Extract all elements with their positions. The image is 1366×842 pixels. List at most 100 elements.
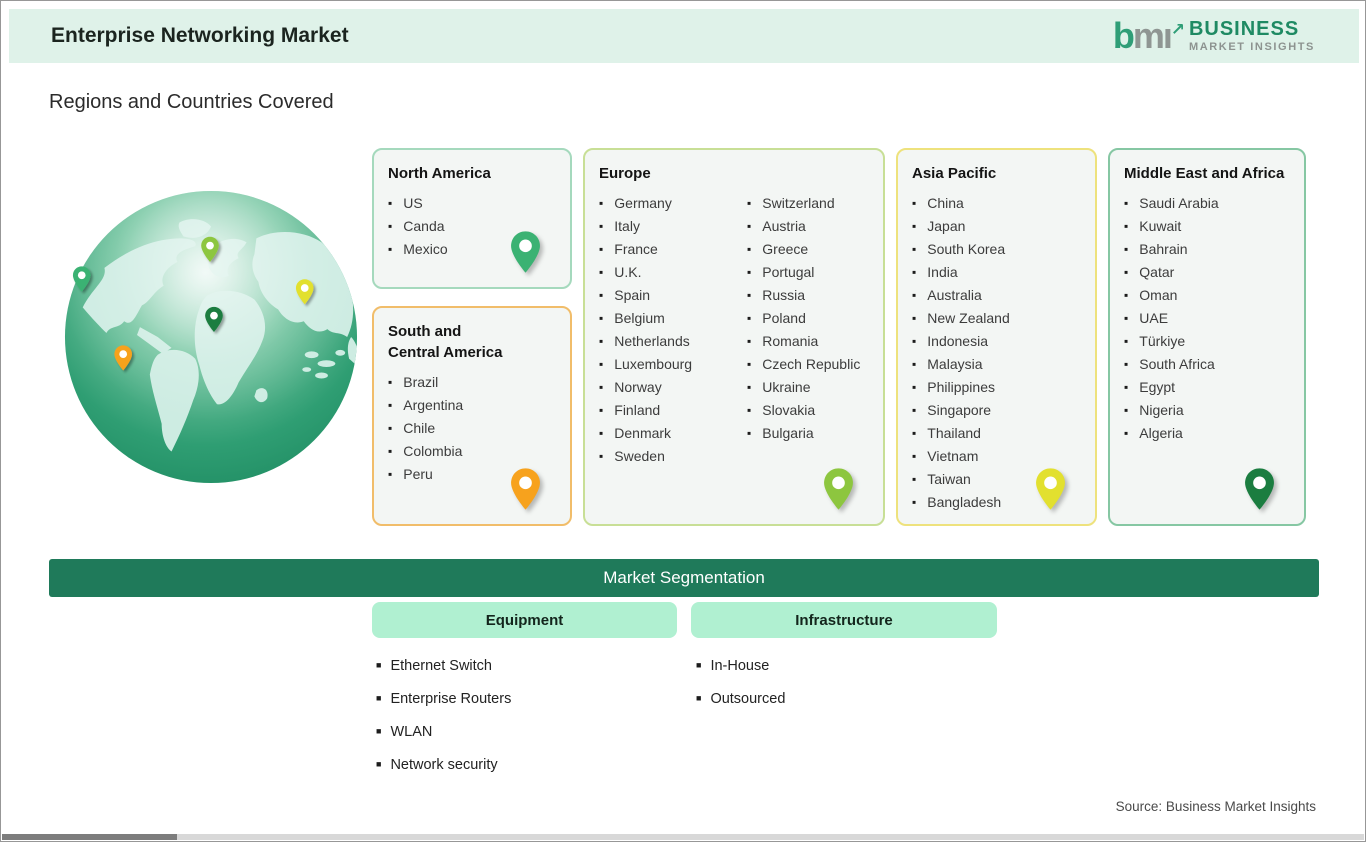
region-card-north-america: North America USCandaMexico: [372, 148, 572, 289]
horizontal-scrollbar[interactable]: [2, 834, 1364, 840]
country-item: Thailand: [912, 422, 1081, 445]
logo-line2: MARKET INSIGHTS: [1189, 42, 1315, 53]
country-item: UAE: [1124, 307, 1290, 330]
region-title: Asia Pacific: [912, 163, 1081, 184]
country-list: Saudi ArabiaKuwaitBahrainQatarOmanUAETür…: [1124, 192, 1290, 445]
country-item: Finland: [599, 399, 747, 422]
country-list: ChinaJapanSouth KoreaIndiaAustraliaNew Z…: [912, 192, 1081, 514]
globe-icon: [63, 189, 359, 485]
country-item: Algeria: [1124, 422, 1290, 445]
region-card-asia-pacific: Asia Pacific ChinaJapanSouth KoreaIndiaA…: [896, 148, 1097, 526]
country-item: Italy: [599, 215, 747, 238]
country-list-col1: GermanyItalyFranceU.K.SpainBelgiumNether…: [599, 192, 747, 468]
country-item: Sweden: [599, 445, 747, 468]
country-list-col2: SwitzerlandAustriaGreecePortugalRussiaPo…: [747, 192, 860, 468]
country-item: Norway: [599, 376, 747, 399]
country-item: Egypt: [1124, 376, 1290, 399]
country-item: Portugal: [747, 261, 860, 284]
region-title: South and Central America: [388, 321, 506, 363]
globe-illustration: [63, 189, 359, 485]
country-item: Ukraine: [747, 376, 860, 399]
logo-wordmark: BUSINESS MARKET INSIGHTS: [1189, 19, 1315, 53]
region-title: North America: [388, 163, 556, 184]
segment-item: Outsourced: [696, 683, 785, 716]
segment-pill-label: Infrastructure: [795, 612, 893, 629]
country-item: U.K.: [599, 261, 747, 284]
region-card-europe: Europe GermanyItalyFranceU.K.SpainBelgiu…: [583, 148, 885, 526]
segment-pill-equipment: Equipment: [372, 602, 677, 638]
country-item: Japan: [912, 215, 1081, 238]
country-item: Oman: [1124, 284, 1290, 307]
country-item: Brazil: [388, 371, 556, 394]
infographic-page: Enterprise Networking Market bmı ↗ BUSIN…: [0, 0, 1366, 842]
country-item: Poland: [747, 307, 860, 330]
country-item: Greece: [747, 238, 860, 261]
country-item: Slovakia: [747, 399, 860, 422]
country-item: Australia: [912, 284, 1081, 307]
country-item: Belgium: [599, 307, 747, 330]
segment-pill-infrastructure: Infrastructure: [691, 602, 997, 638]
country-item: Czech Republic: [747, 353, 860, 376]
region-title: Middle East and Africa: [1124, 163, 1290, 184]
country-item: Denmark: [599, 422, 747, 445]
country-item: Netherlands: [599, 330, 747, 353]
segment-item: In-House: [696, 650, 785, 683]
country-item: Germany: [599, 192, 747, 215]
map-pin-icon: [1243, 467, 1276, 516]
country-item: Saudi Arabia: [1124, 192, 1290, 215]
country-item: Türkiye: [1124, 330, 1290, 353]
logo-arrow-icon: ↗: [1171, 12, 1183, 48]
segment-item: Enterprise Routers: [376, 683, 511, 716]
horizontal-scrollbar-thumb[interactable]: [2, 834, 177, 840]
map-pin-icon: [509, 467, 542, 516]
section-title: Regions and Countries Covered: [49, 91, 334, 114]
europe-columns: GermanyItalyFranceU.K.SpainBelgiumNether…: [599, 184, 869, 468]
country-item: Chile: [388, 417, 556, 440]
logo-letter-m: m: [1133, 15, 1163, 56]
logo-line1: BUSINESS: [1189, 19, 1315, 39]
country-item: US: [388, 192, 556, 215]
segment-item: Ethernet Switch: [376, 650, 511, 683]
country-item: Bulgaria: [747, 422, 860, 445]
region-card-middle-east-africa: Middle East and Africa Saudi ArabiaKuwai…: [1108, 148, 1306, 526]
country-item: France: [599, 238, 747, 261]
market-segmentation-title: Market Segmentation: [603, 568, 765, 588]
country-item: Romania: [747, 330, 860, 353]
country-item: India: [912, 261, 1081, 284]
segment-pill-label: Equipment: [486, 612, 564, 629]
infrastructure-item-list: In-HouseOutsourced: [696, 650, 785, 716]
bmi-logo-mark: bmı ↗: [1113, 18, 1181, 54]
region-title: Europe: [599, 163, 869, 184]
source-note: Source: Business Market Insights: [1116, 799, 1316, 814]
country-item: Luxembourg: [599, 353, 747, 376]
country-item: Singapore: [912, 399, 1081, 422]
map-pin-icon: [822, 467, 855, 516]
equipment-item-list: Ethernet SwitchEnterprise RoutersWLANNet…: [376, 650, 511, 782]
region-card-south-central-america: South and Central America BrazilArgentin…: [372, 306, 572, 526]
country-item: Spain: [599, 284, 747, 307]
country-item: Nigeria: [1124, 399, 1290, 422]
country-item: Russia: [747, 284, 860, 307]
country-item: Argentina: [388, 394, 556, 417]
country-item: Malaysia: [912, 353, 1081, 376]
page-header-title: Enterprise Networking Market: [51, 9, 349, 63]
country-item: Bahrain: [1124, 238, 1290, 261]
country-item: Colombia: [388, 440, 556, 463]
market-segmentation-bar: Market Segmentation: [49, 559, 1319, 597]
country-item: New Zealand: [912, 307, 1081, 330]
header-band: Enterprise Networking Market bmı ↗ BUSIN…: [9, 9, 1359, 63]
country-item: Vietnam: [912, 445, 1081, 468]
segment-item: WLAN: [376, 716, 511, 749]
segment-item: Network security: [376, 749, 511, 782]
country-item: Qatar: [1124, 261, 1290, 284]
country-item: South Africa: [1124, 353, 1290, 376]
country-item: Switzerland: [747, 192, 860, 215]
country-item: China: [912, 192, 1081, 215]
country-item: Austria: [747, 215, 860, 238]
country-item: South Korea: [912, 238, 1081, 261]
country-item: Indonesia: [912, 330, 1081, 353]
country-item: Philippines: [912, 376, 1081, 399]
map-pin-icon: [509, 230, 542, 279]
map-pin-icon: [1034, 467, 1067, 516]
country-item: Kuwait: [1124, 215, 1290, 238]
